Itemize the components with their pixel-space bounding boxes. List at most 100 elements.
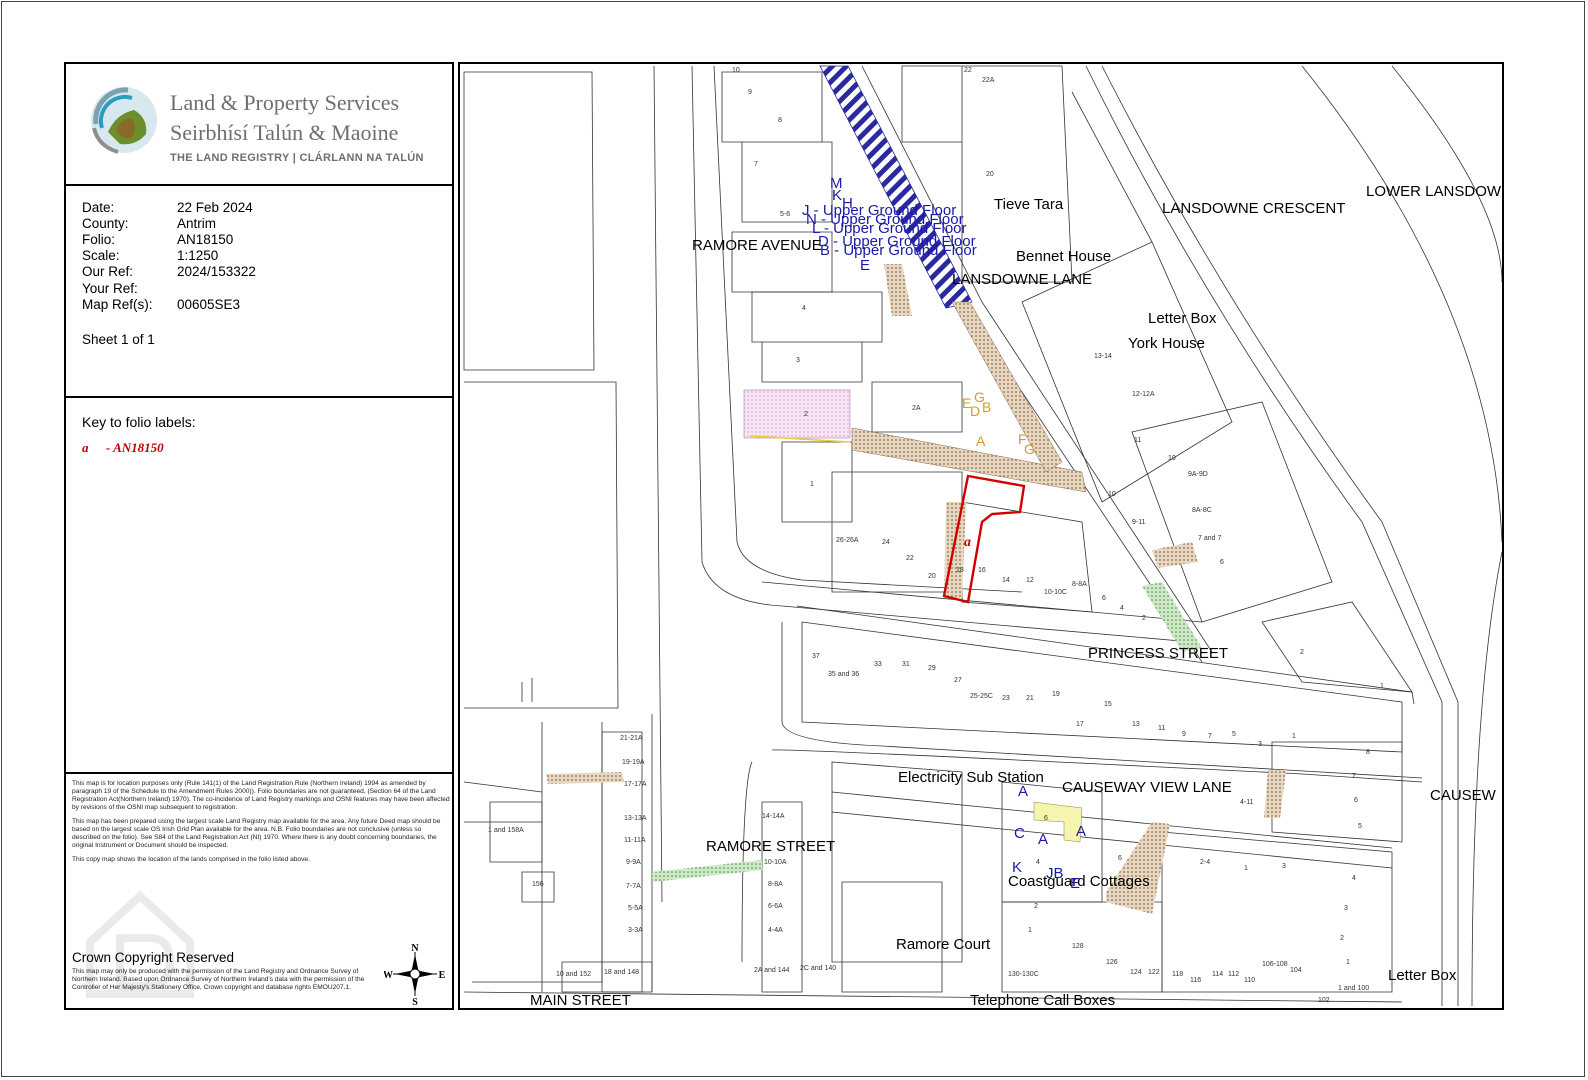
house-number-label: 1 [1346,959,1350,966]
house-number-label: 118 [1172,971,1183,978]
info-panel: Land & Property Services Seirbhísí Talún… [64,62,454,1010]
house-number-label: 10 [1168,455,1176,462]
house-number-label: 8 [1366,749,1370,756]
house-number-label: 18 and 148 [604,969,639,976]
house-number-label: 7 [1208,733,1212,740]
sheet-number: Sheet 1 of 1 [82,332,155,347]
house-number-label: 19-19A [622,759,645,766]
logo-section: Land & Property Services Seirbhísí Talún… [66,64,452,186]
house-number-label: 114 [1212,971,1223,978]
info-row-date: Date: 22 Feb 2024 [82,200,253,215]
house-number-label: 6 [1354,797,1358,804]
house-number-label: 3 [1258,741,1262,748]
house-number-label: 9-11 [1132,519,1146,526]
house-number-label: 106-108 [1262,961,1288,968]
house-number-label: 17 [1076,721,1084,728]
info-row-map-ref: Map Ref(s): 00605SE3 [82,297,241,312]
house-number-label: 10 [1108,491,1116,498]
place-letter-box-north: Letter Box [1148,310,1217,327]
house-number-label: 15 [1104,701,1112,708]
house-number-label: 6 [1220,559,1224,566]
key-section: Key to folio labels: a- AN18150 [66,398,452,774]
house-number-label: 10 and 152 [556,971,591,978]
place-bennet-house: Bennet House [1016,248,1111,265]
map-frame[interactable]: RAMORE AVENUE LANSDOWNE LANE LANSDOWNE C… [458,62,1504,1010]
registry-letter-label: B [982,399,991,415]
house-number-label: 1 and 100 [1338,985,1369,992]
house-number-label: 2A and 144 [754,967,790,974]
street-causeway-view-lane: CAUSEWAY VIEW LANE [1062,779,1232,796]
house-number-label: 21 [1026,695,1034,702]
street-ramore-avenue: RAMORE AVENUE [692,237,822,254]
folio-label-a[interactable]: a [964,535,971,550]
house-number-label: 24 [882,539,890,546]
house-number-label: 4 [802,305,806,312]
house-number-label: 4-11 [1240,799,1254,806]
house-number-label: 13-13A [624,815,647,822]
house-number-label: 7 and 7 [1198,535,1221,542]
place-telephone-call-boxes: Telephone Call Boxes [970,992,1115,1009]
house-number-label: 7 [1352,773,1356,780]
house-number-label: 5-5A [628,905,643,912]
info-row-our-ref: Our Ref: 2024/153322 [82,264,256,279]
house-number-label: 22 [964,67,972,74]
street-main-street: MAIN STREET [530,992,631,1009]
house-number-label: 18 [956,567,964,574]
house-number-label: 11 [1134,437,1141,444]
house-number-label: 2 [1142,615,1146,622]
house-number-label: 2C and 140 [800,965,836,972]
house-number-label: 25-25C [970,693,993,700]
house-number-label: 4 [1036,859,1040,866]
place-ramore-court: Ramore Court [896,936,991,953]
house-number-label: 9 [1182,731,1186,738]
key-title: Key to folio labels: [82,414,196,430]
compass-n: N [411,943,419,954]
registry-letter-label: B - Upper Ground Floor [820,242,977,259]
house-number-label: 33 [874,661,882,668]
info-row-county: County: Antrim [82,216,217,231]
house-number-label: 9-9A [626,859,641,866]
logo-subtitle: THE LAND REGISTRY | CLÁRLANN NA TALÚN [170,152,424,164]
house-number-label: 8A-8C [1192,507,1212,514]
registry-letter-label: K [832,187,842,204]
registry-letter-label: A [1076,823,1086,840]
house-number-label: 37 [812,653,820,660]
house-number-label: 1 and 158A [488,827,524,834]
info-row-scale: Scale: 1:1250 [82,248,219,263]
registry-letter-label: A [976,433,986,449]
house-number-label: 12-12A [1132,391,1155,398]
house-number-label: 8-8A [1072,581,1087,588]
house-number-label: 2 [804,411,808,418]
house-number-label: 2 [1300,649,1304,656]
house-number-label: 4-4A [768,927,783,934]
map-canvas[interactable]: RAMORE AVENUE LANSDOWNE LANE LANSDOWNE C… [460,64,1504,1010]
house-number-label: 1 [810,481,814,488]
logo-title-en: Land & Property Services [170,90,400,115]
house-number-label: 3 [1282,863,1286,870]
house-number-label: 22 [906,555,914,562]
house-number-label: 19 [1052,691,1060,698]
place-letter-box-south: Letter Box [1388,967,1457,984]
house-number-label: 14-14A [762,813,785,820]
house-number-label: 6 [1118,855,1122,862]
registry-letter-label: A [1038,831,1048,848]
compass-w: W [384,970,393,981]
house-number-label: 12 [1026,577,1034,584]
registry-letter-label: G [1024,441,1035,457]
house-number-label: 17-17A [624,781,647,788]
house-number-label: 3 [1344,905,1348,912]
house-number-label: 27 [954,677,962,684]
house-number-label: 21-21A [620,735,643,742]
disclaimer-notes: This map is for location purposes only (… [72,780,450,863]
street-lower-lansdowne: LOWER LANSDOW [1366,183,1502,200]
house-number-label: 4 [1120,605,1124,612]
house-number-label: 102 [1318,997,1330,1004]
crown-copyright: Crown Copyright Reserved [72,950,235,965]
house-number-label: 1 [1028,927,1032,934]
house-number-label: 5 [1232,731,1236,738]
registry-letter-label: E [1070,875,1080,892]
house-number-label: 4 [1352,875,1356,882]
house-number-label: 13 [1132,721,1140,728]
road-lines [463,65,1502,1007]
house-number-label: 10 [732,67,740,74]
